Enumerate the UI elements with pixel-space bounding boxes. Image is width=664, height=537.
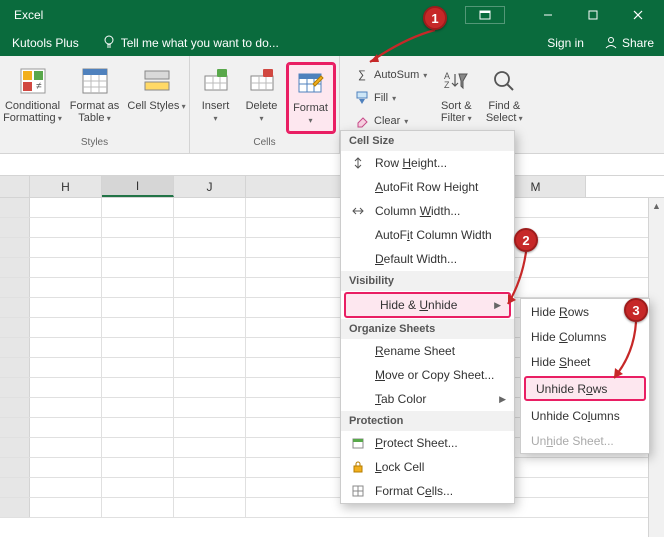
- vertical-scrollbar[interactable]: ▲: [648, 198, 664, 537]
- person-icon: [604, 35, 618, 52]
- select-all-corner[interactable]: [0, 176, 30, 197]
- menu-column-width[interactable]: Column Width...: [341, 199, 514, 223]
- tell-me-text: Tell me what you want to do...: [121, 36, 279, 50]
- row-height-icon: [349, 156, 367, 170]
- menu-tab-color[interactable]: Tab Color ▶: [341, 387, 514, 411]
- sort-filter-icon: AZ: [440, 64, 472, 98]
- format-cells-menu-icon: [349, 484, 367, 498]
- lock-icon: [349, 460, 367, 474]
- submenu-hide-columns[interactable]: Hide Columns: [521, 324, 649, 349]
- menu-row-height[interactable]: Row Height...: [341, 151, 514, 175]
- menu-format-cells[interactable]: Format Cells...: [341, 479, 514, 503]
- col-header[interactable]: J: [174, 176, 246, 197]
- col-header[interactable]: H: [30, 176, 102, 197]
- minimize-button[interactable]: [525, 0, 570, 30]
- svg-text:Z: Z: [444, 80, 450, 90]
- magnifier-icon: [488, 64, 520, 98]
- sigma-icon: ∑: [354, 67, 370, 83]
- fill-down-icon: [354, 90, 370, 106]
- ribbon-tabs: Kutools Plus Tell me what you want to do…: [0, 30, 664, 56]
- submenu-hide-sheet[interactable]: Hide Sheet: [521, 349, 649, 374]
- menu-protect-sheet[interactable]: Protect Sheet...: [341, 431, 514, 455]
- autosum-button[interactable]: ∑ AutoSum ▾: [350, 64, 431, 86]
- conditional-formatting-icon: ≠: [17, 64, 49, 98]
- delete-cells-icon: [246, 64, 278, 98]
- format-as-table-icon: [79, 64, 111, 98]
- app-title: Excel: [14, 8, 43, 22]
- tell-me-search[interactable]: Tell me what you want to do...: [91, 35, 538, 52]
- submenu-unhide-sheet: Unhide Sheet...: [521, 428, 649, 453]
- insert-cells-icon: [200, 64, 232, 98]
- clear-button[interactable]: Clear ▾: [350, 110, 431, 132]
- ribbon: ≠ Conditional Formatting ▾ Format as Tab…: [0, 56, 664, 154]
- menu-section-protection: Protection: [341, 411, 514, 431]
- delete-cells-button[interactable]: Delete▾: [240, 62, 284, 134]
- format-as-table-button[interactable]: Format as Table ▾: [65, 62, 125, 134]
- menu-autofit-column[interactable]: AutoFit Column Width: [341, 223, 514, 247]
- menu-section-cell-size: Cell Size: [341, 131, 514, 151]
- submenu-unhide-columns[interactable]: Unhide Columns: [521, 403, 649, 428]
- share-label: Share: [622, 36, 654, 50]
- menu-default-width[interactable]: Default Width...: [341, 247, 514, 271]
- menu-autofit-row[interactable]: AutoFit Row Height: [341, 175, 514, 199]
- menu-section-visibility: Visibility: [341, 271, 514, 291]
- fill-button[interactable]: Fill ▾: [350, 87, 431, 109]
- svg-text:≠: ≠: [36, 81, 42, 92]
- submenu-arrow-icon: ▶: [499, 394, 506, 405]
- conditional-formatting-button[interactable]: ≠ Conditional Formatting ▾: [3, 62, 63, 134]
- close-button[interactable]: [615, 0, 660, 30]
- submenu-unhide-rows[interactable]: Unhide Rows: [524, 376, 646, 401]
- styles-group-label: Styles: [81, 135, 108, 151]
- cell-styles-button[interactable]: Cell Styles ▾: [127, 62, 187, 134]
- menu-section-organize: Organize Sheets: [341, 319, 514, 339]
- title-bar: Excel: [0, 0, 664, 30]
- menu-rename-sheet[interactable]: Rename Sheet: [341, 339, 514, 363]
- menu-lock-cell[interactable]: Lock Cell: [341, 455, 514, 479]
- maximize-button[interactable]: [570, 0, 615, 30]
- formula-bar[interactable]: [0, 154, 664, 176]
- find-select-button[interactable]: Find & Select ▾: [481, 62, 527, 134]
- annotation-3: 3: [624, 298, 648, 322]
- scroll-up-icon[interactable]: ▲: [649, 198, 664, 214]
- tab-kutools-plus[interactable]: Kutools Plus: [0, 30, 91, 56]
- cell-styles-icon: [141, 64, 173, 98]
- ribbon-display-options-icon[interactable]: [465, 6, 505, 24]
- sign-in-link[interactable]: Sign in: [537, 36, 594, 50]
- lightbulb-icon: [103, 35, 115, 52]
- eraser-icon: [354, 113, 370, 129]
- format-cells-icon: [295, 66, 327, 100]
- insert-cells-button[interactable]: Insert▾: [194, 62, 238, 134]
- sort-filter-button[interactable]: AZ Sort & Filter ▾: [433, 62, 479, 134]
- annotation-1: 1: [423, 6, 447, 30]
- cells-group-label: Cells: [253, 135, 275, 151]
- column-width-icon: [349, 204, 367, 218]
- annotation-2: 2: [514, 228, 538, 252]
- protect-sheet-icon: [349, 436, 367, 450]
- share-button[interactable]: Share: [594, 35, 664, 52]
- format-dropdown-menu: Cell Size Row Height... AutoFit Row Heig…: [340, 130, 515, 504]
- col-header[interactable]: I: [102, 176, 174, 197]
- menu-hide-unhide[interactable]: Hide & Unhide ▶: [344, 292, 511, 318]
- format-cells-button[interactable]: Format▾: [286, 62, 336, 134]
- submenu-arrow-icon: ▶: [494, 300, 501, 311]
- menu-move-copy-sheet[interactable]: Move or Copy Sheet...: [341, 363, 514, 387]
